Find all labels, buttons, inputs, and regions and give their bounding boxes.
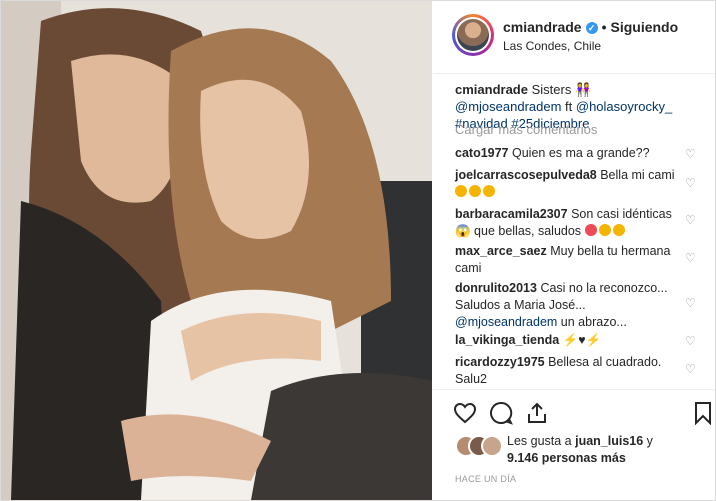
liker-avatar[interactable] (481, 435, 503, 457)
comment-text-tail: un abrazo... (557, 315, 627, 329)
post-timestamp[interactable]: HACE UN DÍA (455, 474, 516, 484)
likes-summary: Les gusta a juan_luis16 y 9.146 personas… (507, 433, 707, 467)
following-button[interactable]: Siguiendo (611, 19, 679, 35)
header-row: cmiandrade ✓ • Siguiendo (503, 19, 678, 35)
comment: barbaracamila2307 Son casi idénticas 😱 q… (455, 206, 680, 240)
username-link[interactable]: cmiandrade (503, 19, 582, 35)
comment-username[interactable]: max_arce_saez (455, 244, 547, 258)
photo-illustration (1, 1, 432, 500)
likes-count-button[interactable]: 9.146 personas más (507, 451, 626, 465)
like-comment-heart-icon[interactable]: ♡ (685, 214, 697, 226)
likes-prefix: Les gusta a (507, 434, 576, 448)
location-link[interactable]: Las Condes, Chile (503, 39, 601, 53)
emoji-icon (598, 224, 611, 236)
comment-username[interactable]: cato1977 (455, 146, 509, 160)
caption-mention[interactable]: @mjoseandradem (455, 99, 561, 114)
likes-conjunction: y (643, 434, 653, 448)
comment-mention[interactable]: @mjoseandradem (455, 315, 557, 329)
like-comment-heart-icon[interactable]: ♡ (685, 148, 697, 160)
emoji-icon (612, 224, 625, 236)
comment-bubble-icon[interactable] (489, 401, 513, 425)
comment: ricardozzy1975 Bellesa al cuadrado. Salu… (455, 354, 680, 388)
verified-icon: ✓ (585, 22, 598, 34)
avatar[interactable] (457, 19, 489, 51)
comment: donrulito2013 Casi no la reconozco... Sa… (455, 280, 680, 331)
caption-mention[interactable]: @holasoyrocky_ (576, 99, 672, 114)
comment-text: Quien es ma a grande?? (508, 146, 650, 160)
like-comment-heart-icon[interactable]: ♡ (685, 335, 697, 347)
like-comment-heart-icon[interactable]: ♡ (685, 252, 697, 264)
comment: joelcarrascosepulveda8 Bella mi cami (455, 167, 680, 201)
post-photo[interactable] (1, 1, 432, 500)
caption-text: Sisters 👭 (527, 82, 592, 97)
like-comment-heart-icon[interactable]: ♡ (685, 177, 697, 189)
like-comment-heart-icon[interactable]: ♡ (685, 363, 697, 375)
comment-username[interactable]: joelcarrascosepulveda8 (455, 168, 597, 182)
comment-username[interactable]: barbaracamila2307 (455, 207, 568, 221)
like-heart-icon[interactable] (453, 401, 477, 425)
action-bar (433, 389, 715, 430)
comment-username[interactable]: la_vikinga_tienda (455, 333, 559, 347)
like-comment-heart-icon[interactable]: ♡ (685, 297, 697, 309)
comment-username[interactable]: ricardozzy1975 (455, 355, 545, 369)
comment-username[interactable]: donrulito2013 (455, 281, 537, 295)
lightning-emoji-icon: ⚡ (562, 333, 579, 347)
comment: la_vikinga_tienda ⚡♥⚡ (455, 332, 680, 349)
emoji-icon (455, 185, 467, 197)
black-heart-emoji-icon: ♥ (578, 333, 586, 347)
post-sidebar: cmiandrade ✓ • Siguiendo Las Condes, Chile … (433, 1, 715, 500)
caption-username[interactable]: cmiandrade (455, 82, 528, 97)
heart-emoji-icon (584, 224, 597, 236)
comment: max_arce_saez Muy bella tu hermana cami (455, 243, 680, 277)
lightning-emoji-icon: ⚡ (585, 333, 602, 347)
post-header: cmiandrade ✓ • Siguiendo Las Condes, Chile (433, 1, 715, 74)
story-ring[interactable] (452, 14, 494, 56)
load-more-comments-button[interactable]: Cargar más comentarios (455, 122, 597, 137)
emoji-icon (483, 185, 495, 197)
save-bookmark-icon[interactable] (691, 401, 715, 425)
separator-dot: • (601, 19, 607, 35)
emoji-icon (469, 185, 481, 197)
comment: cato1977 Quien es ma a grande?? (455, 145, 680, 162)
liker-username[interactable]: juan_luis16 (575, 434, 643, 448)
comment-text: Bella mi cami (596, 168, 675, 182)
avatar-frame (455, 17, 491, 53)
comments-panel[interactable]: cmiandrade Sisters 👭 @mjoseandradem ft @… (433, 73, 715, 389)
caption-ft: ft (561, 99, 576, 114)
share-icon[interactable] (525, 401, 549, 425)
